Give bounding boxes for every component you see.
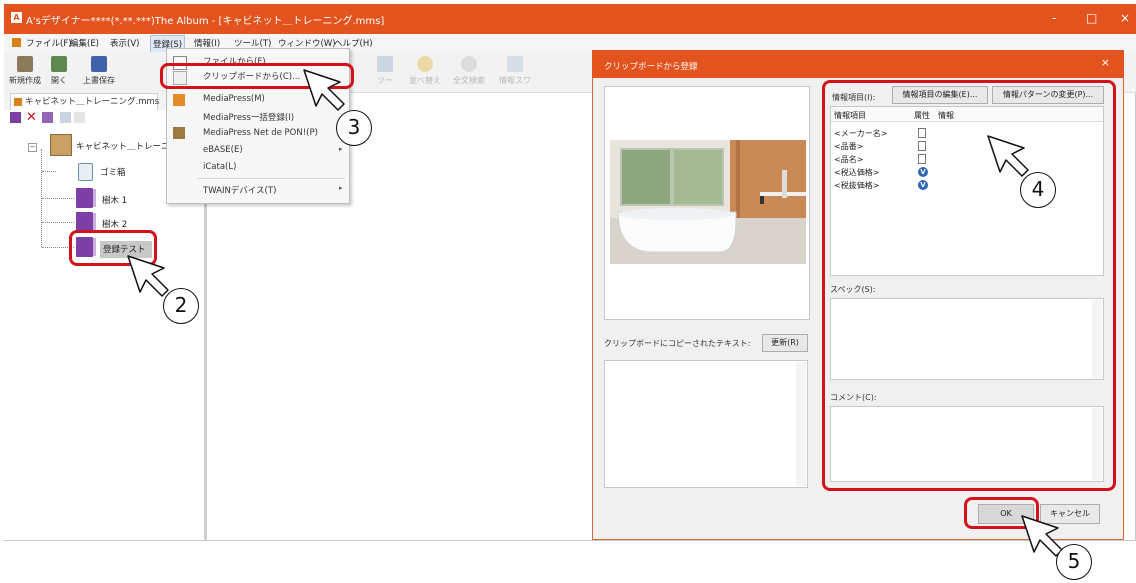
menu-separator — [197, 178, 345, 179]
document-icon — [12, 38, 21, 47]
fulltext-search-label: 全文検索 — [453, 76, 485, 85]
info-swap-icon — [507, 56, 523, 72]
highlight-info-fields — [822, 80, 1116, 491]
cursor-arrow-icon — [303, 69, 345, 111]
document-tab[interactable]: キャビネット＿トレーニング.mms — [10, 93, 159, 110]
tree-item-trash[interactable]: ゴミ箱 — [100, 166, 126, 178]
menu-item-mediapress[interactable]: MediaPress(M) — [203, 94, 265, 104]
book-icon — [76, 212, 96, 232]
step-number-2: 2 — [163, 288, 199, 324]
tree-branch — [42, 198, 74, 199]
menu-file[interactable]: ファイル(F) — [26, 37, 72, 49]
overwrite-save-button[interactable]: 上書保存 — [80, 56, 118, 90]
menu-item-twain[interactable]: TWAINデバイス(T) — [203, 184, 276, 196]
tree-branch — [42, 222, 74, 223]
menu-view[interactable]: 表示(V) — [110, 37, 139, 49]
open-icon — [51, 56, 67, 72]
clipboard-text-label: クリップボードにコピーされたテキスト: — [604, 339, 751, 348]
cabinet-icon — [50, 134, 72, 156]
fulltext-search-button[interactable]: 全文検索 — [450, 56, 488, 90]
collapse-toggle[interactable]: − — [28, 143, 37, 152]
save-icon — [91, 56, 107, 72]
copy-icon[interactable] — [60, 112, 71, 123]
new-button[interactable]: 新規作成 — [6, 56, 44, 90]
step-number-5: 5 — [1056, 544, 1092, 580]
bathroom-photo — [610, 140, 806, 264]
menu-item-mediapress-batch[interactable]: MediaPress一括登録(I) — [203, 111, 294, 123]
sort-icon — [417, 56, 433, 72]
refresh-button[interactable]: 更新(R) — [762, 334, 808, 352]
paste-icon[interactable] — [74, 112, 85, 123]
trash-icon — [78, 163, 93, 181]
maximize-button[interactable]: □ — [1086, 11, 1097, 25]
submenu-arrow-icon: ▸ — [339, 145, 343, 153]
menu-edit[interactable]: 編集(E) — [70, 37, 99, 49]
new-cabinet-icon — [17, 56, 33, 72]
tree-branch — [42, 171, 56, 172]
book-props-icon[interactable] — [42, 112, 53, 123]
info-swap-label: 情報スワ — [499, 76, 531, 85]
refresh-icon — [377, 56, 393, 72]
step-number-3: 3 — [336, 110, 372, 146]
step-number-4: 4 — [1020, 172, 1056, 208]
scrollbar[interactable] — [796, 362, 806, 486]
book-icon — [76, 188, 96, 208]
menu-item-ebase[interactable]: eBASE(E) — [203, 145, 243, 155]
add-book-icon[interactable] — [10, 112, 21, 123]
dialog-title: クリップボードから登録 — [604, 62, 698, 72]
app-icon: A — [11, 12, 22, 23]
sort-label: 並べ替え — [409, 76, 441, 85]
close-button[interactable]: × — [1120, 11, 1130, 25]
overwrite-save-label: 上書保存 — [83, 76, 115, 85]
dialog-close-icon[interactable]: × — [1101, 56, 1110, 69]
tool-button[interactable]: ツー — [366, 56, 404, 90]
menu-item-mediapress-net[interactable]: MediaPress Net de PON!(P) — [203, 128, 318, 138]
open-button[interactable]: 開く — [40, 56, 78, 90]
clipboard-text-area[interactable] — [604, 360, 808, 488]
tree-item-book-2[interactable]: 樹木 2 — [102, 218, 127, 230]
delete-icon[interactable]: ✕ — [26, 111, 37, 124]
search-icon — [461, 56, 477, 72]
window-title: A'sデザイナー****(*.**.***)The Album - [キャビネッ… — [26, 16, 385, 27]
new-button-label: 新規作成 — [9, 76, 41, 85]
minimize-button[interactable]: - — [1052, 11, 1056, 25]
mediapress-icon — [173, 94, 185, 106]
tree-item-book-1[interactable]: 樹木 1 — [102, 194, 127, 206]
mediapress-net-icon — [173, 127, 185, 139]
submenu-arrow-icon: ▸ — [339, 184, 343, 192]
title-bar: A A'sデザイナー****(*.**.***)The Album - [キャビ… — [4, 4, 1136, 34]
open-button-label: 開く — [51, 76, 67, 85]
info-swap-button[interactable]: 情報スワ — [496, 56, 534, 90]
sort-button[interactable]: 並べ替え — [406, 56, 444, 90]
tool-label: ツー — [377, 76, 393, 85]
menu-item-icata[interactable]: iCata(L) — [203, 162, 236, 172]
dialog-title-bar: クリップボードから登録 × — [592, 50, 1124, 78]
